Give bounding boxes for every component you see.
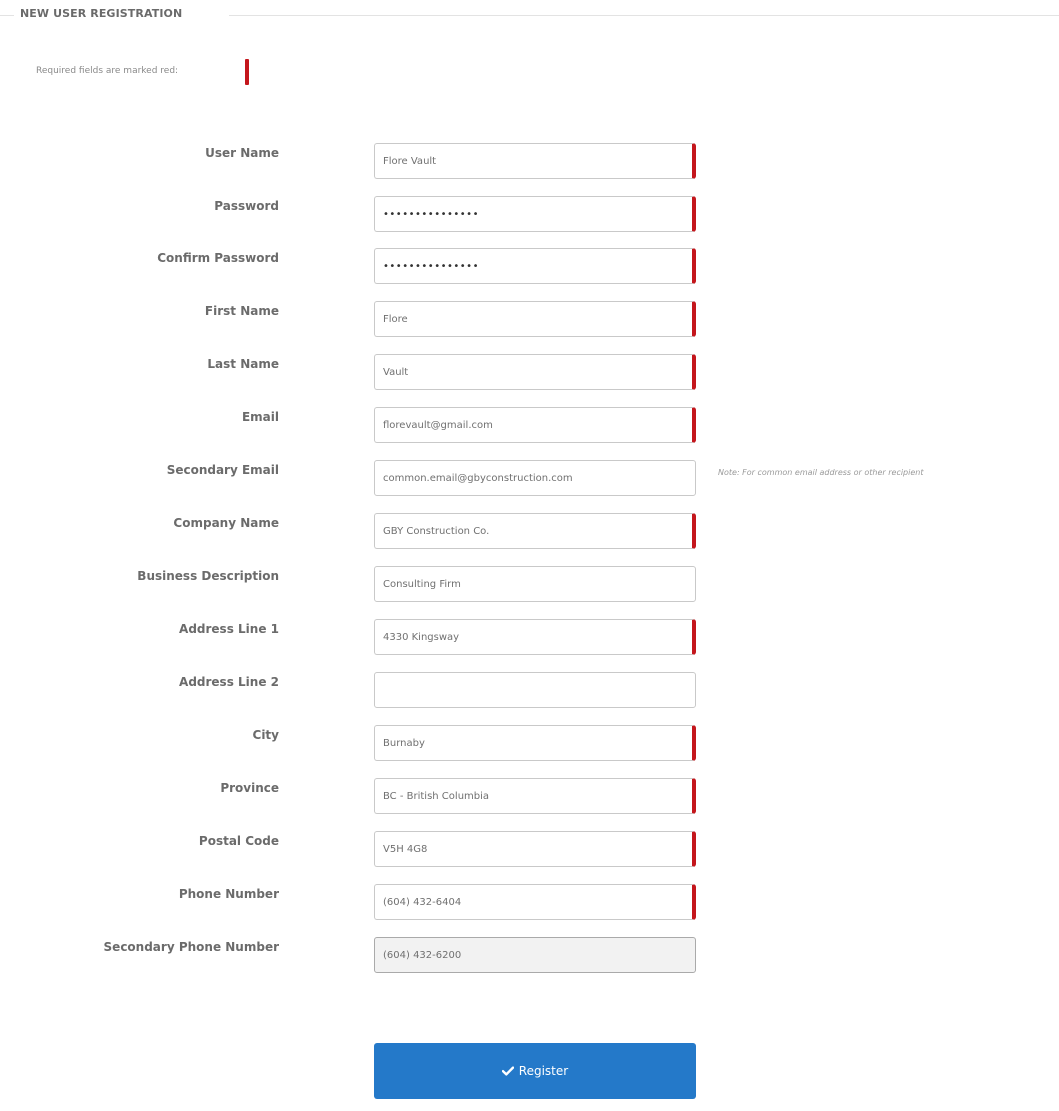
secondary-email-note: Note: For common email address or other … [718,468,924,477]
form-legend: NEW USER REGISTRATION [20,7,183,20]
company-name-label: Company Name [173,516,279,530]
row-address-line-2: Address Line 2 [0,672,1059,710]
password-input[interactable] [374,196,696,232]
user-name-input[interactable] [374,143,696,179]
postal-code-label: Postal Code [198,834,279,848]
postal-code-input[interactable] [374,831,696,867]
business-description-input[interactable] [374,566,696,602]
phone-number-input[interactable] [374,884,696,920]
secondary-phone-number-label: Secondary Phone Number [103,940,279,954]
secondary-phone-number-input[interactable] [374,937,696,973]
row-province: Province [0,778,1059,816]
address-line-1-label: Address Line 1 [179,622,279,636]
row-email: Email [0,407,1059,445]
confirm-password-input[interactable] [374,248,696,284]
email-label: Email [241,410,279,424]
user-name-label: User Name [205,146,279,160]
required-fields-note: Required fields are marked red: [36,66,179,76]
row-secondary-phone-number: Secondary Phone Number [0,937,1059,975]
password-label: Password [214,199,279,213]
row-password: Password [0,196,1059,234]
row-postal-code: Postal Code [0,831,1059,869]
address-line-1-input[interactable] [374,619,696,655]
row-first-name: First Name [0,301,1059,339]
confirm-password-label: Confirm Password [157,251,279,265]
row-last-name: Last Name [0,354,1059,392]
row-address-line-1: Address Line 1 [0,619,1059,657]
business-description-label: Business Description [137,569,279,583]
row-business-description: Business Description [0,566,1059,604]
row-secondary-email: Secondary Email Note: For common email a… [0,460,1059,498]
address-line-2-input[interactable] [374,672,696,708]
check-icon [501,1066,514,1076]
row-city: City [0,725,1059,763]
email-input[interactable] [374,407,696,443]
secondary-email-input[interactable] [374,460,696,496]
row-confirm-password: Confirm Password [0,248,1059,286]
register-button[interactable]: Register [374,1043,696,1099]
phone-number-label: Phone Number [178,887,279,901]
secondary-email-label: Secondary Email [166,463,279,477]
last-name-label: Last Name [207,357,279,371]
fieldset-border-left [0,15,14,16]
row-user-name: User Name [0,143,1059,181]
required-marker-sample [245,59,249,85]
row-company-name: Company Name [0,513,1059,551]
row-phone-number: Phone Number [0,884,1059,922]
province-label: Province [220,781,279,795]
first-name-label: First Name [204,304,279,318]
city-input[interactable] [374,725,696,761]
first-name-input[interactable] [374,301,696,337]
last-name-input[interactable] [374,354,696,390]
company-name-input[interactable] [374,513,696,549]
province-select[interactable] [374,778,696,814]
fieldset-border-right [229,15,1059,16]
register-button-label: Register [518,1064,569,1078]
city-label: City [252,728,279,742]
address-line-2-label: Address Line 2 [179,675,279,689]
